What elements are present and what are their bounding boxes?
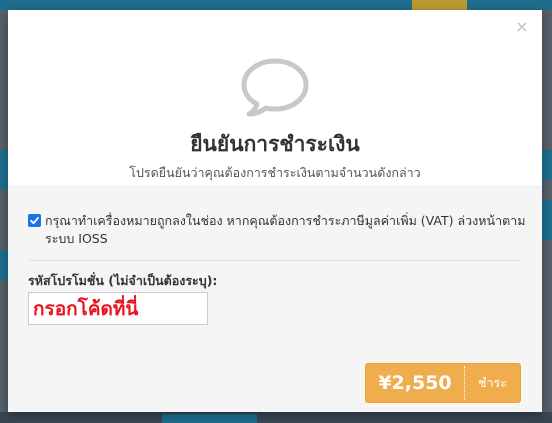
background-left-strip <box>0 10 8 423</box>
modal-header: × ยืนยันการชำระเงิน โปรดยืนยันว่าคุณต้อง… <box>8 10 542 187</box>
pay-amount: ¥2,550 <box>378 372 452 394</box>
pay-button[interactable]: ¥2,550 ชำระ <box>365 363 521 403</box>
modal-title: ยืนยันการชำระเงิน <box>190 132 360 156</box>
background-left-accent <box>0 250 8 280</box>
divider <box>28 260 520 261</box>
background-right-accent <box>542 200 552 240</box>
checkmark-icon <box>30 217 39 225</box>
modal-subtitle: โปรดยืนยันว่าคุณต้องการชำระเงินตามจำนวนด… <box>129 165 421 180</box>
vat-checkbox[interactable] <box>28 214 41 227</box>
pay-button-label: ชำระ <box>478 375 507 390</box>
background-header-accent <box>412 0 467 10</box>
promo-code-label: รหัสโปรโมชั่น (ไม่จำเป็นต้องระบุ): <box>28 273 218 288</box>
modal-body: กรุณาทำเครื่องหมายถูกลงในช่อง หากคุณต้อง… <box>8 187 542 412</box>
speech-bubble-icon <box>240 56 310 118</box>
promo-code-input[interactable]: กรอกโค้ดที่นี่ <box>28 292 208 325</box>
background-header-bar <box>0 0 552 10</box>
background-bottom-strip <box>0 412 552 423</box>
payment-confirm-modal: × ยืนยันการชำระเงิน โปรดยืนยันว่าคุณต้อง… <box>8 10 542 412</box>
background-right-accent <box>542 150 552 180</box>
vat-checkbox-label: กรุณาทำเครื่องหมายถูกลงในช่อง หากคุณต้อง… <box>45 213 526 246</box>
background-bottom-card <box>162 414 257 423</box>
close-button[interactable]: × <box>514 18 530 36</box>
background-left-accent <box>0 150 8 190</box>
